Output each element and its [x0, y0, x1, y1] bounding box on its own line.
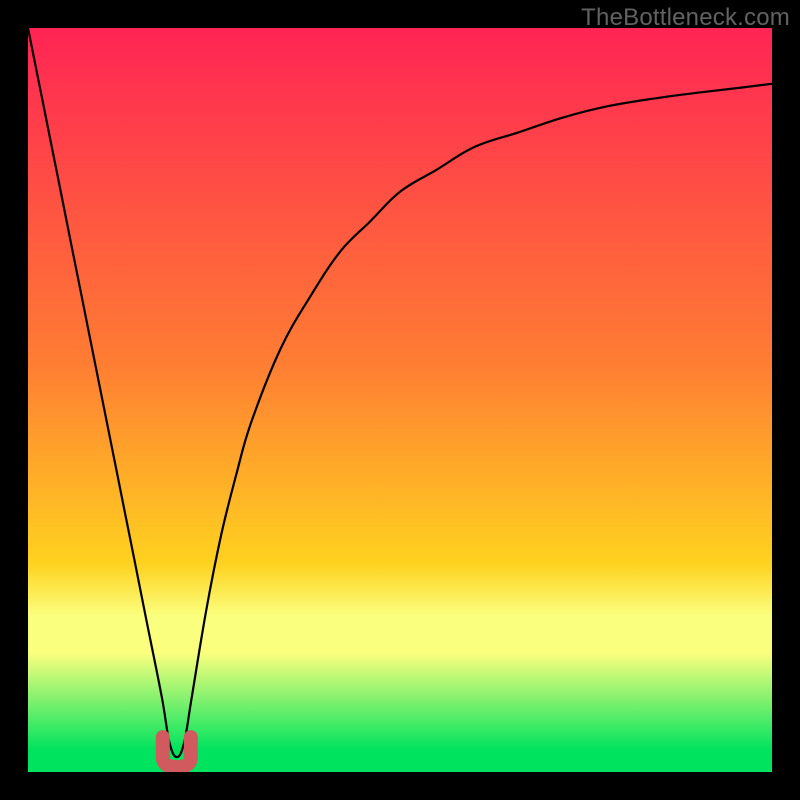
gradient-bg: [28, 28, 772, 772]
plot-area: [28, 28, 772, 772]
chart-frame: TheBottleneck.com: [0, 0, 800, 800]
chart-svg: [28, 28, 772, 772]
